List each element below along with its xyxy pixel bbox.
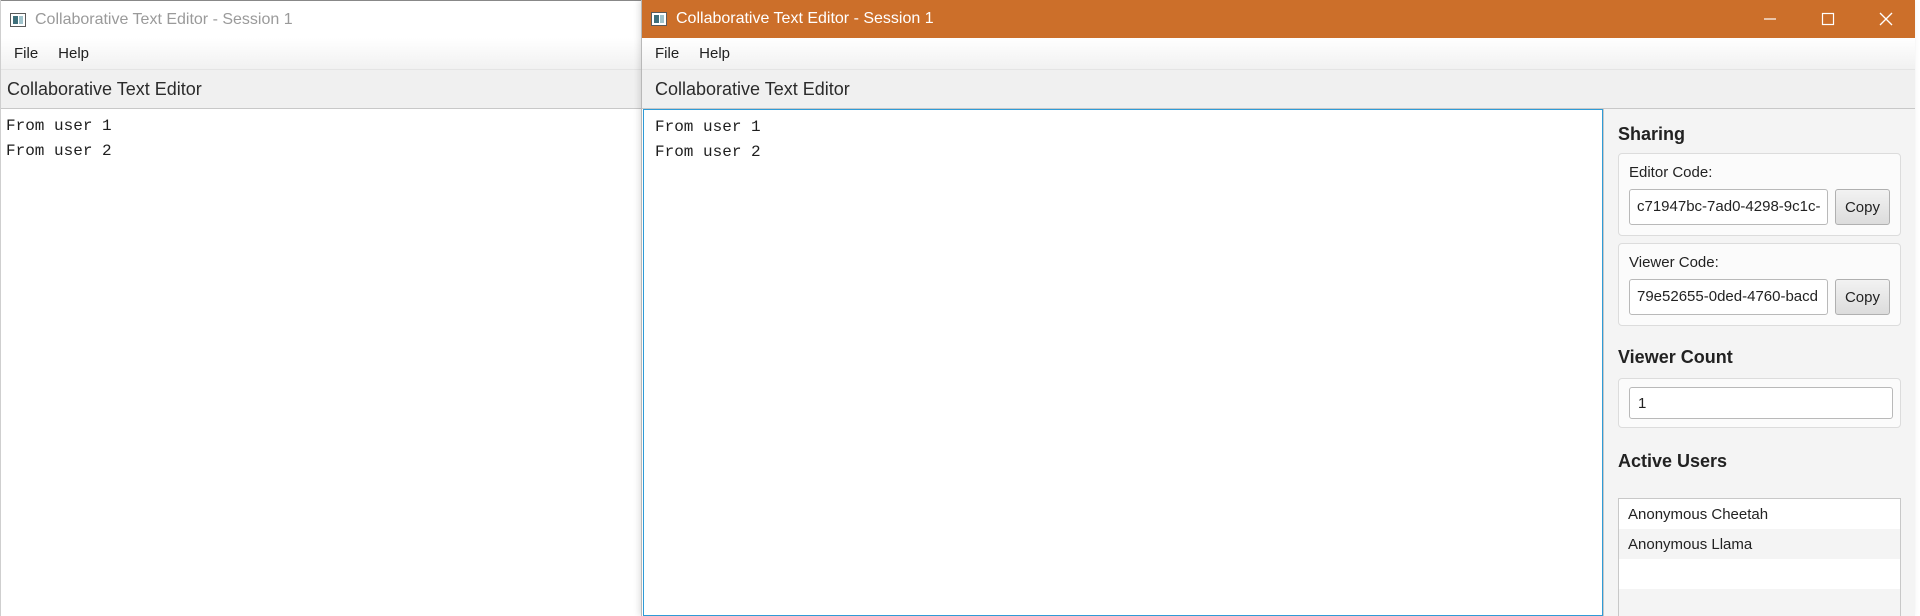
viewer-count-title: Viewer Count [1618,347,1733,367]
editor-line: From user 1 [655,118,761,136]
window-controls [1741,0,1915,38]
editor-code-box: Editor Code: c71947bc-7ad0-4298-9c1c- Co… [1618,153,1901,236]
editor-code-label: Editor Code: [1629,164,1713,181]
editor-window-active[interactable]: Collaborative Text Editor - Session 1 Fi… [641,0,1915,616]
empty-list-row [1619,589,1900,616]
app-icon [10,12,26,27]
maximize-button[interactable] [1799,0,1857,38]
copy-viewer-code-button[interactable]: Copy [1834,279,1890,315]
editor-line: From user 2 [655,143,761,161]
viewer-count-box: 1 [1618,378,1901,428]
menu-file[interactable]: File [645,45,689,62]
minimize-icon [1764,18,1776,20]
menu-bar: File Help [642,38,1915,70]
app-icon [651,12,667,26]
viewer-code-field[interactable]: 79e52655-0ded-4760-bacd [1629,279,1828,315]
empty-list-row [1619,559,1900,589]
editor-code-field[interactable]: c71947bc-7ad0-4298-9c1c- [1629,189,1828,225]
menu-bar: File Help [1,38,645,70]
editor-line: From user 1 [6,117,112,135]
sharing-title: Sharing [1618,124,1686,144]
copy-editor-code-button[interactable]: Copy [1834,189,1890,225]
viewer-count-field[interactable]: 1 [1629,387,1893,419]
viewer-code-box: Viewer Code: 79e52655-0ded-4760-bacd Cop… [1618,243,1901,326]
side-panel: Sharing Editor Code: c71947bc-7ad0-4298-… [1603,109,1915,616]
title-bar[interactable]: Collaborative Text Editor - Session 1 [642,0,1915,38]
text-editor-area[interactable]: From user 1 From user 2 [1,110,645,616]
app-header: Collaborative Text Editor [642,70,1915,109]
active-users-list[interactable]: Anonymous Cheetah Anonymous Llama [1618,498,1901,616]
maximize-icon [1821,12,1835,26]
menu-help[interactable]: Help [48,45,99,62]
close-button[interactable] [1857,0,1915,38]
editor-window-background[interactable]: Collaborative Text Editor - Session 1 Fi… [0,0,645,616]
minimize-button[interactable] [1741,0,1799,38]
close-icon [1879,12,1893,26]
active-users-title: Active Users [1618,451,1728,471]
viewer-code-label: Viewer Code: [1629,254,1719,271]
user-list-item[interactable]: Anonymous Llama [1619,529,1900,559]
text-editor-area[interactable]: From user 1 From user 2 [643,109,1603,616]
editor-line: From user 2 [6,142,112,160]
menu-help[interactable]: Help [689,45,740,62]
app-header: Collaborative Text Editor [1,70,645,109]
user-list-item[interactable]: Anonymous Cheetah [1619,499,1900,529]
title-bar[interactable]: Collaborative Text Editor - Session 1 [1,0,645,38]
window-title: Collaborative Text Editor - Session 1 [676,10,934,27]
window-title: Collaborative Text Editor - Session 1 [35,10,293,28]
menu-file[interactable]: File [4,45,48,62]
